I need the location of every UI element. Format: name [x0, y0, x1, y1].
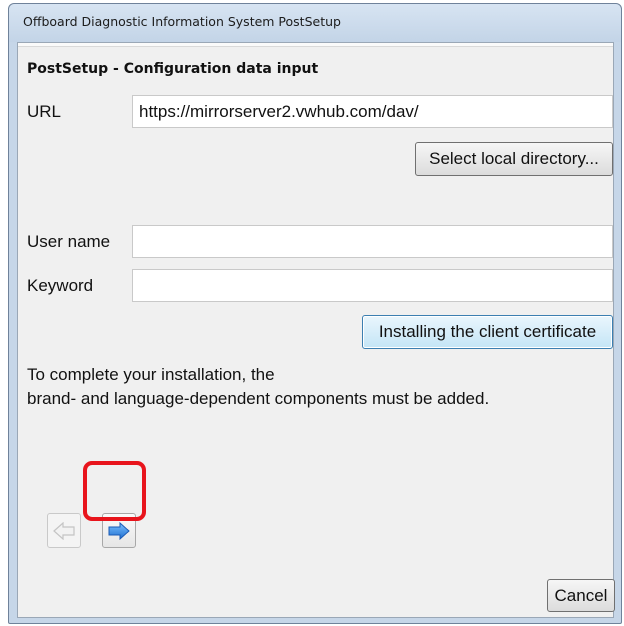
arrow-right-icon [103, 521, 135, 540]
info-text-line2: brand- and language-dependent components… [27, 389, 490, 408]
keyword-input[interactable] [132, 269, 613, 302]
url-label: URL [27, 102, 62, 121]
info-text-line1: To complete your installation, the [27, 365, 275, 384]
window-title: Offboard Diagnostic Information System P… [23, 14, 341, 29]
username-label: User name [27, 232, 111, 251]
dialog-content: PostSetup - Configuration data input URL… [17, 42, 615, 618]
install-client-certificate-button[interactable]: Installing the client certificate [362, 315, 613, 349]
select-local-directory-button[interactable]: Select local directory... [415, 142, 613, 176]
arrow-left-icon [48, 521, 80, 540]
postsetup-window: Offboard Diagnostic Information System P… [8, 3, 622, 624]
username-input[interactable] [132, 225, 613, 258]
back-button[interactable] [47, 513, 81, 548]
cancel-button[interactable]: Cancel [547, 579, 615, 612]
content-top-divider [18, 43, 613, 47]
form-header: PostSetup - Configuration data input [27, 61, 319, 77]
title-bar[interactable]: Offboard Diagnostic Information System P… [9, 4, 621, 42]
next-button[interactable] [102, 513, 136, 548]
url-input[interactable] [132, 95, 613, 128]
keyword-label: Keyword [27, 276, 94, 295]
